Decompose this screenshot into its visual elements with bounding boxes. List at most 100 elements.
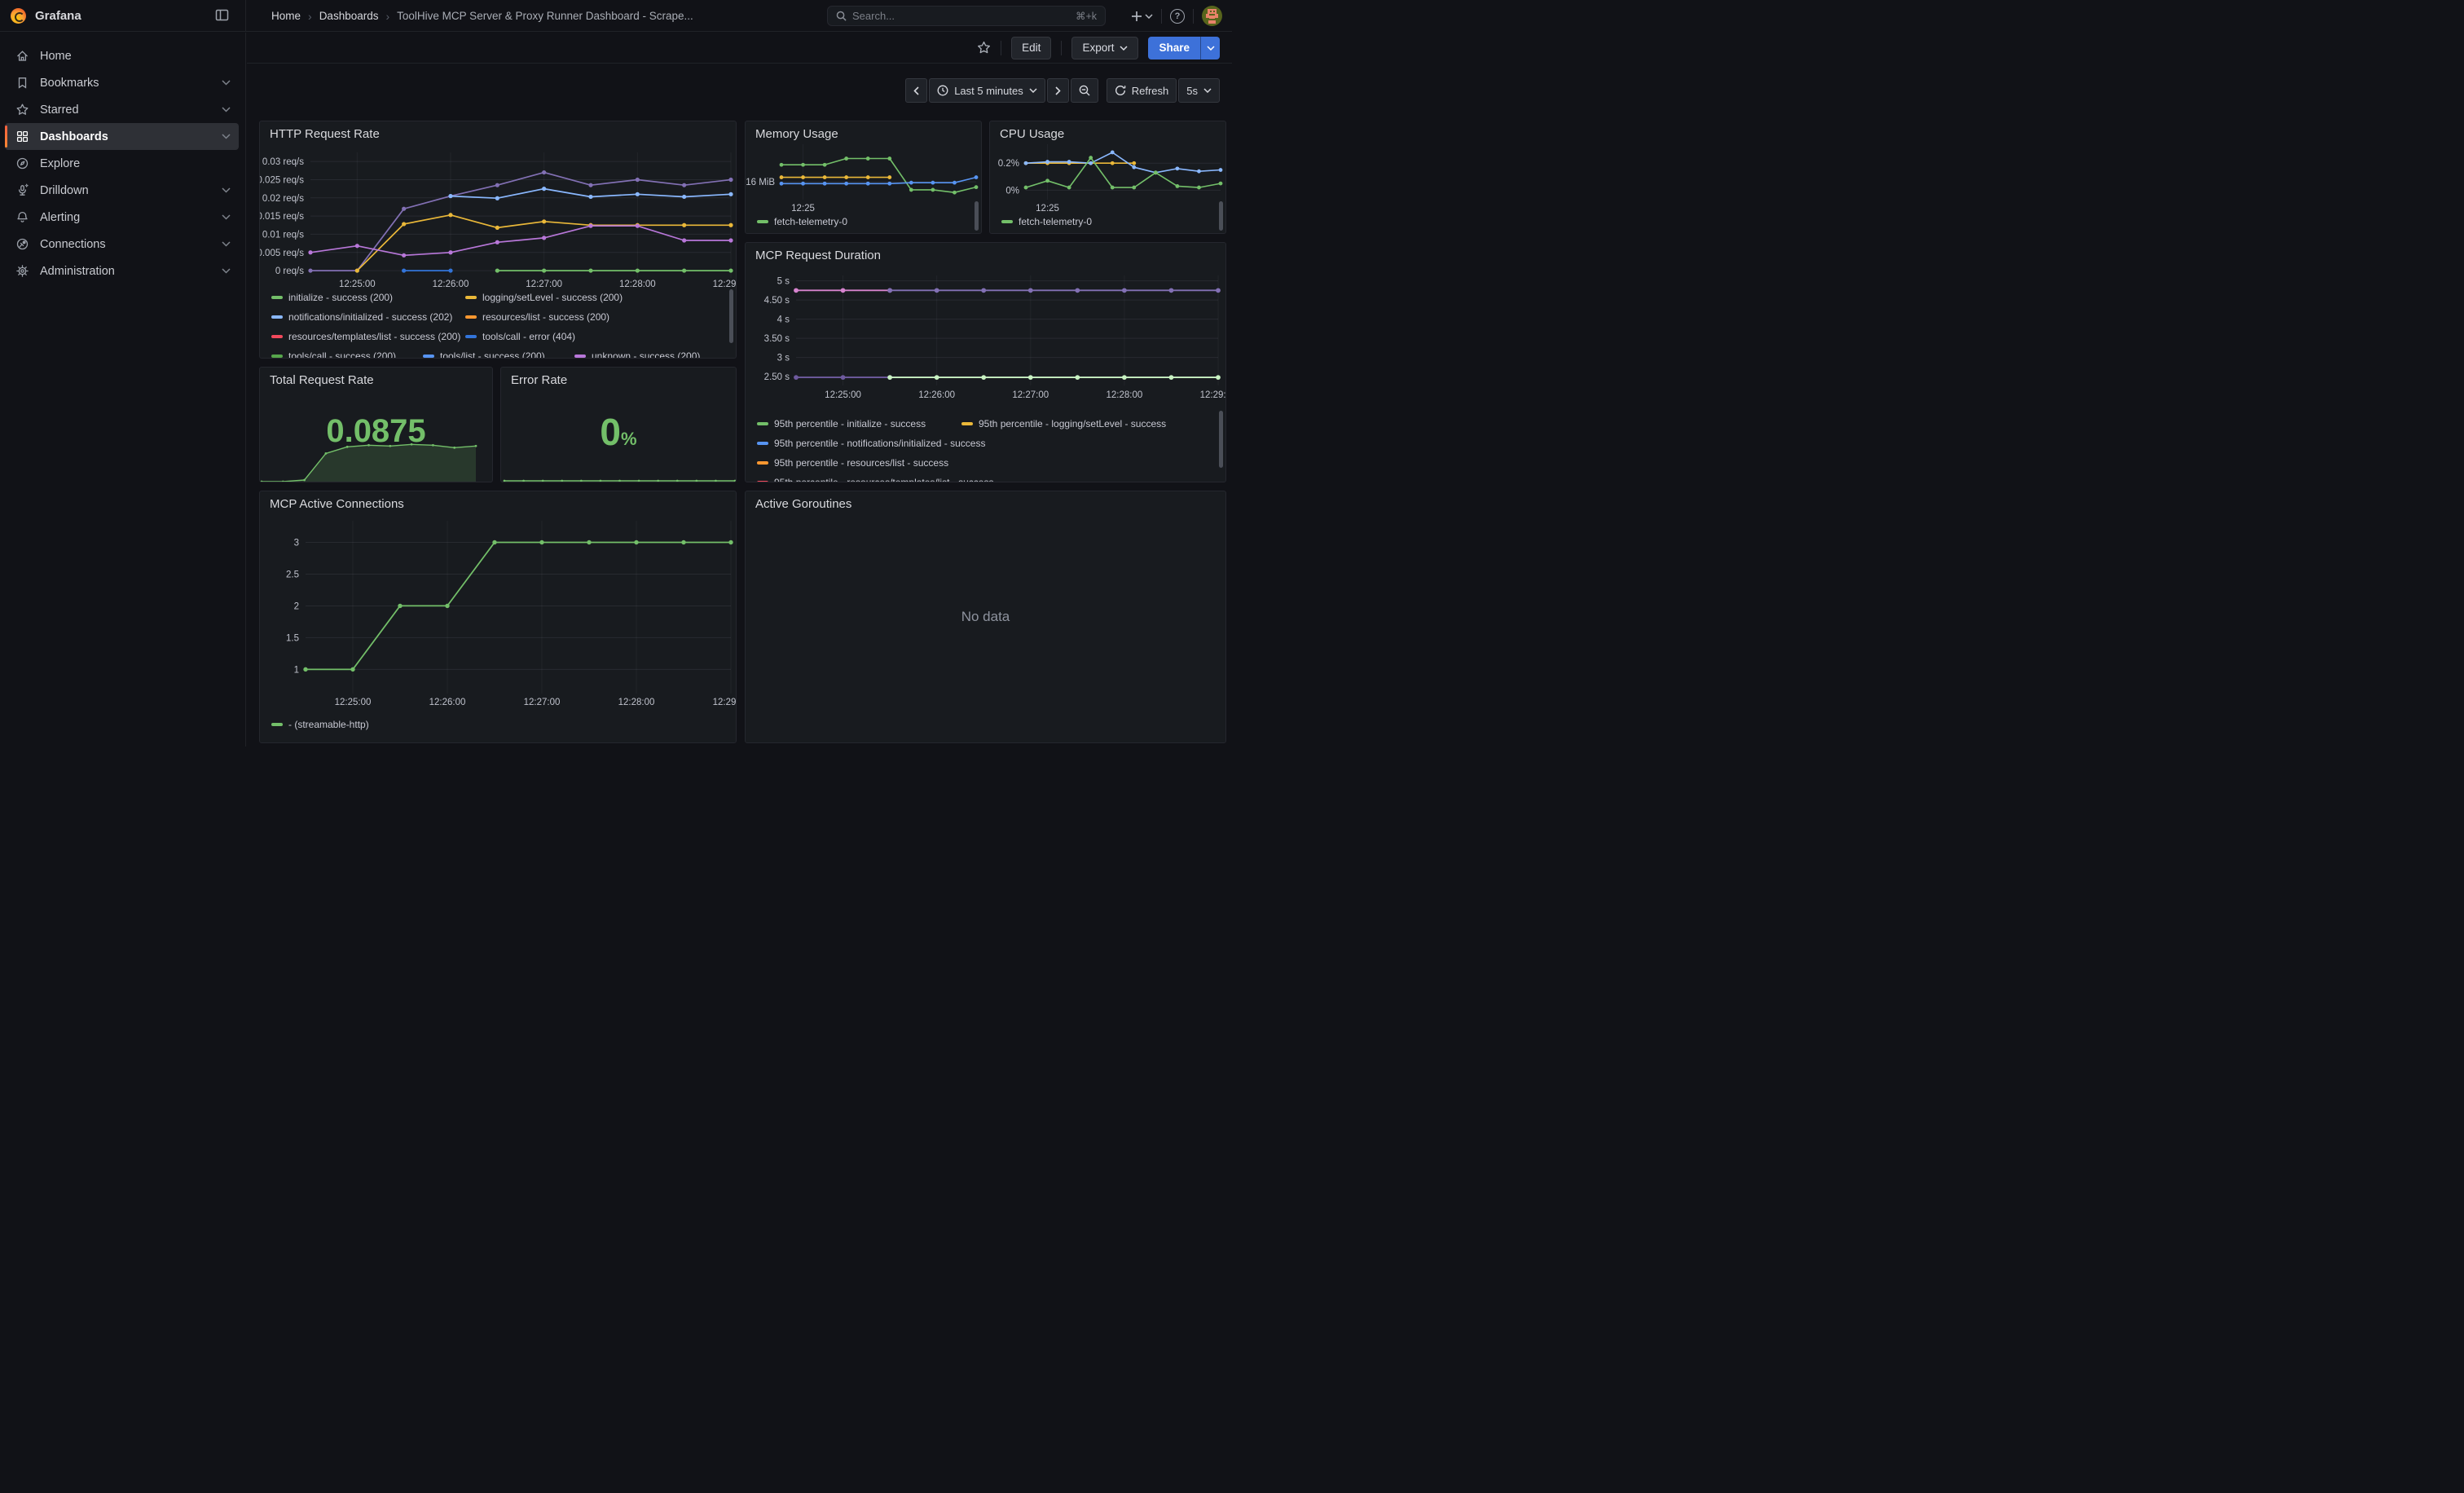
sidebar-item-starred[interactable]: Starred (5, 96, 239, 123)
legend-swatch (271, 355, 283, 359)
legend-item[interactable]: - (streamable-http) (271, 716, 369, 733)
time-controls: Last 5 minutes Refresh 5s (905, 78, 1220, 103)
sidebar-item-bookmarks[interactable]: Bookmarks (5, 69, 239, 96)
legend-item[interactable]: fetch-telemetry-0 (1001, 214, 1092, 230)
sidebar-item-label: Dashboards (40, 130, 108, 143)
legend-item[interactable]: 95th percentile - initialize - success (757, 416, 926, 432)
time-back-button[interactable] (905, 78, 927, 103)
chevron-down-icon[interactable] (222, 187, 231, 193)
legend-item[interactable]: resources/list - success (200) (465, 309, 609, 325)
legend-label: resources/templates/list - success (200) (288, 331, 460, 342)
chevron-down-icon[interactable] (222, 241, 231, 247)
add-button[interactable] (1131, 11, 1153, 22)
avatar[interactable] (1202, 6, 1222, 26)
legend-item[interactable]: unknown - success (200) (574, 348, 700, 359)
edit-button[interactable]: Edit (1011, 37, 1051, 59)
search-input-box[interactable]: ⌘+k (827, 6, 1106, 26)
legend-item[interactable]: tools/call - error (404) (465, 328, 575, 345)
breadcrumb-item[interactable]: Dashboards (319, 10, 379, 22)
svg-text:0.005 req/s: 0.005 req/s (260, 249, 304, 258)
legend-item[interactable]: tools/call - success (200) (271, 348, 396, 359)
svg-text:12:25:00: 12:25:00 (825, 390, 861, 400)
search-input[interactable] (852, 10, 1070, 22)
chevron-down-icon (1120, 46, 1128, 51)
svg-text:3 s: 3 s (777, 354, 790, 363)
grafana-logo[interactable] (11, 8, 26, 24)
breadcrumb: Home›Dashboards›ToolHive MCP Server & Pr… (271, 0, 693, 32)
legend-swatch (465, 296, 477, 300)
star-icon[interactable] (977, 41, 991, 55)
legend-item[interactable]: 95th percentile - resources/templates/li… (757, 474, 993, 482)
svg-text:12:25:00: 12:25:00 (335, 698, 372, 707)
legend-item[interactable]: fetch-telemetry-0 (757, 214, 847, 230)
svg-text:2: 2 (294, 601, 299, 611)
sidebar-item-home[interactable]: Home (5, 42, 239, 69)
refresh-interval-picker[interactable]: 5s (1178, 78, 1220, 103)
legend-label: unknown - success (200) (592, 350, 700, 359)
svg-text:2.5: 2.5 (286, 570, 299, 579)
panel-error-rate: Error Rate 0% (500, 367, 737, 482)
legend-item[interactable]: resources/templates/list - success (200) (271, 328, 460, 345)
svg-text:3.50 s: 3.50 s (764, 334, 790, 344)
svg-text:12:27:00: 12:27:00 (1012, 390, 1049, 400)
sidebar-item-connections[interactable]: Connections (5, 231, 239, 258)
drilldown-icon (15, 183, 29, 197)
legend-scrollbar[interactable] (1219, 201, 1223, 231)
breadcrumb-item[interactable]: Home (271, 10, 301, 22)
svg-text:1: 1 (294, 665, 299, 675)
bookmark-icon (15, 76, 29, 90)
chevron-down-icon[interactable] (222, 134, 231, 139)
sidebar-toggle-icon[interactable] (215, 8, 229, 24)
legend-item[interactable]: 95th percentile - notifications/initiali… (757, 435, 985, 451)
svg-text:12:26:00: 12:26:00 (433, 280, 469, 289)
legend-scrollbar[interactable] (975, 201, 979, 231)
time-forward-button[interactable] (1047, 78, 1069, 103)
legend-label: logging/setLevel - success (200) (482, 292, 623, 303)
chevron-down-icon[interactable] (222, 80, 231, 86)
legend-label: resources/list - success (200) (482, 311, 609, 323)
svg-text:12:26:00: 12:26:00 (429, 698, 466, 707)
mcp-active-connections-chart[interactable]: 32.521.5112:25:0012:26:0012:27:0012:28:0… (260, 491, 736, 742)
chevron-down-icon (1203, 88, 1212, 93)
export-button[interactable]: Export (1071, 37, 1138, 59)
share-button[interactable]: Share (1148, 37, 1200, 59)
time-range-picker[interactable]: Last 5 minutes (929, 78, 1045, 103)
zoom-out-button[interactable] (1071, 78, 1098, 103)
topbar-brand-area: Grafana (0, 0, 246, 32)
panel-title[interactable]: Active Goroutines (755, 497, 851, 511)
legend-item[interactable]: logging/setLevel - success (200) (465, 289, 623, 306)
share-menu-button[interactable] (1200, 37, 1220, 59)
dashboard-toolbar: Edit Export Share (247, 33, 1232, 64)
refresh-button[interactable]: Refresh (1107, 78, 1177, 103)
svg-text:1.5: 1.5 (286, 633, 299, 643)
breadcrumb-item: ToolHive MCP Server & Proxy Runner Dashb… (397, 10, 693, 22)
legend-scrollbar[interactable] (729, 289, 733, 343)
panel-active-goroutines: Active Goroutines No data (745, 491, 1226, 743)
chevron-down-icon[interactable] (222, 214, 231, 220)
sidebar-item-explore[interactable]: Explore (5, 150, 239, 177)
legend-label: 95th percentile - resources/templates/li… (774, 477, 993, 482)
chevron-down-icon[interactable] (222, 107, 231, 112)
legend-item[interactable]: notifications/initialized - success (202… (271, 309, 452, 325)
compass-icon (15, 156, 29, 170)
legend-swatch (271, 723, 283, 727)
legend-item[interactable]: initialize - success (200) (271, 289, 393, 306)
legend-item[interactable]: 95th percentile - logging/setLevel - suc… (961, 416, 1166, 432)
svg-text:4.50 s: 4.50 s (764, 296, 790, 306)
legend-label: tools/list - success (200) (440, 350, 545, 359)
breadcrumb-separator: › (385, 10, 389, 23)
sidebar-item-administration[interactable]: Administration (5, 258, 239, 284)
sidebar-item-drilldown[interactable]: Drilldown (5, 177, 239, 204)
legend-label: tools/call - success (200) (288, 350, 396, 359)
panel-mcp-active-connections: MCP Active Connections 32.521.5112:25:00… (259, 491, 737, 743)
chevron-down-icon[interactable] (222, 268, 231, 274)
sidebar-item-label: Administration (40, 265, 115, 278)
help-icon[interactable]: ? (1170, 9, 1185, 24)
sidebar-item-dashboards[interactable]: Dashboards (5, 123, 239, 150)
legend-scrollbar[interactable] (1219, 411, 1223, 468)
legend-item[interactable]: 95th percentile - resources/list - succe… (757, 455, 948, 471)
sidebar-item-alerting[interactable]: Alerting (5, 204, 239, 231)
search-shortcut: ⌘+k (1076, 10, 1097, 22)
legend-swatch (465, 315, 477, 319)
legend-item[interactable]: tools/list - success (200) (423, 348, 545, 359)
